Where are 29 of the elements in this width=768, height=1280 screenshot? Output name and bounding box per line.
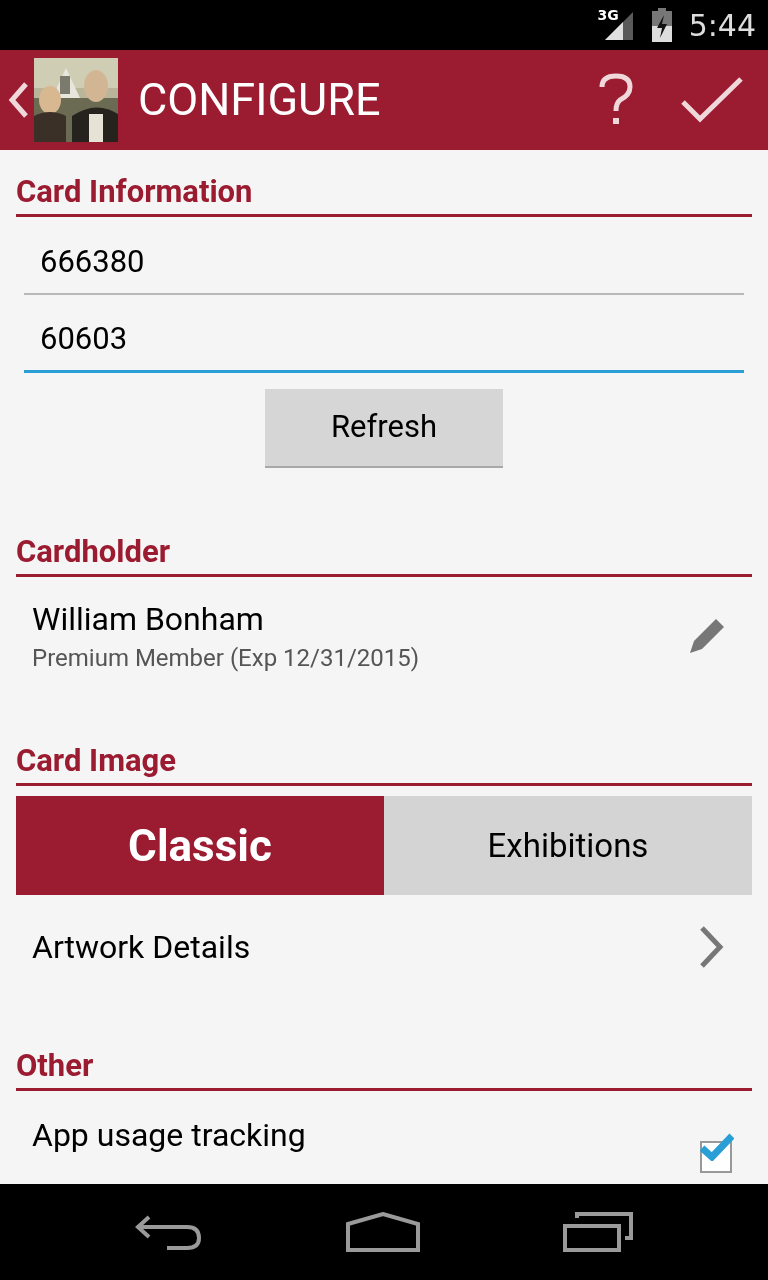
- artwork-details-row[interactable]: Artwork Details: [0, 895, 768, 999]
- text-field[interactable]: 666380: [24, 238, 744, 295]
- checkmark-icon: [680, 76, 744, 124]
- section-heading: Card Information: [16, 172, 254, 212]
- segment-tab[interactable]: Classic: [16, 796, 384, 895]
- section-heading: Cardholder: [16, 532, 171, 572]
- home-icon: [346, 1212, 420, 1252]
- checkbox[interactable]: [700, 1133, 736, 1173]
- segment-tab[interactable]: Exhibitions: [384, 796, 752, 895]
- text-field[interactable]: 60603: [24, 315, 744, 373]
- home-nav-button[interactable]: [346, 1212, 420, 1252]
- chevron-right-icon: [698, 925, 724, 969]
- back-nav-button[interactable]: [135, 1214, 204, 1250]
- refresh-button[interactable]: Refresh: [265, 389, 503, 468]
- screen-title: CONFIGURE: [138, 72, 381, 129]
- membership-info: Premium Member (Exp 12/31/2015): [32, 643, 421, 674]
- recent-apps-button[interactable]: [562, 1212, 633, 1252]
- section-heading: Card Image: [16, 741, 178, 781]
- battery-charging-icon: [650, 8, 673, 42]
- recent-apps-icon: [562, 1212, 633, 1252]
- clock: 5:44: [688, 6, 756, 45]
- back-icon: [8, 80, 30, 120]
- cardholder-name: William Bonham: [32, 599, 265, 640]
- section-heading: Other: [16, 1046, 95, 1086]
- help-icon: [597, 73, 635, 127]
- back-arrow-icon: [135, 1214, 204, 1250]
- network-type: 3G: [597, 5, 619, 25]
- checkmark-icon: [700, 1133, 734, 1161]
- setting-title: App usage tracking: [32, 1115, 307, 1156]
